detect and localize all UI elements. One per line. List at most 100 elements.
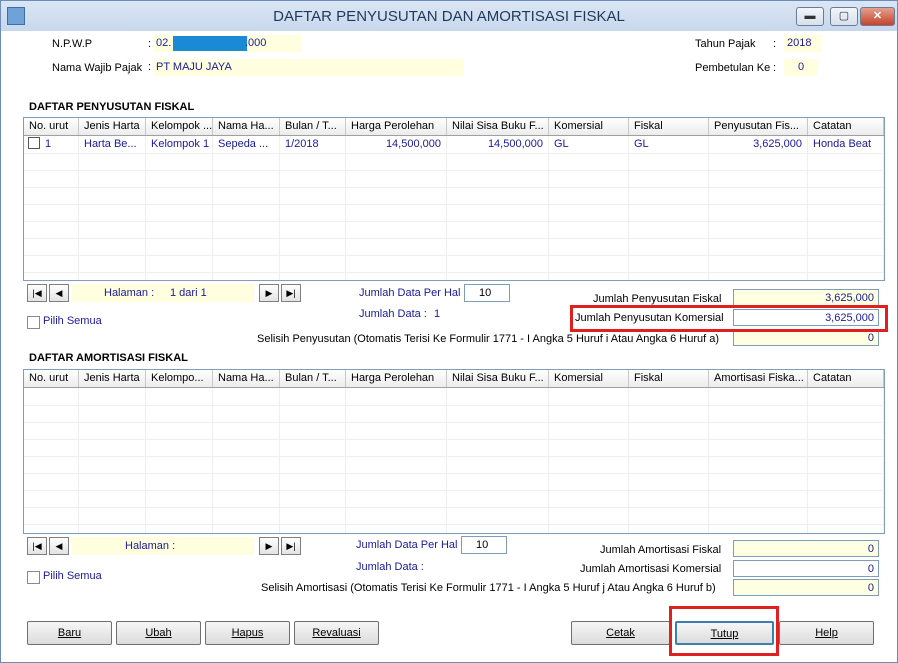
column-header[interactable]: Jenis Harta [79, 370, 146, 387]
grid-column-line [279, 136, 280, 280]
pilih-semua-checkbox[interactable] [27, 571, 40, 584]
table-cell: 1 [24, 136, 79, 153]
first-page-button[interactable]: |◀ [27, 537, 47, 555]
tahun-pajak-field[interactable]: 2018 [784, 35, 821, 52]
column-header[interactable]: Nilai Sisa Buku F... [447, 370, 549, 387]
grid-column-line [345, 136, 346, 280]
grid-column-line [883, 388, 884, 533]
table-cell: Honda Beat [808, 136, 884, 153]
amortisasi-grid[interactable]: No. urut Jenis Harta Kelompo... Nama Ha... B… [23, 369, 885, 534]
npwp-field[interactable]: 02. .000 [153, 35, 301, 52]
jumlah-amortisasi-fiskal-label: Jumlah Amortisasi Fiskal [600, 544, 722, 556]
tutup-button[interactable]: Tutup [675, 621, 774, 645]
help-label: Help [815, 627, 838, 639]
grid-column-line [628, 388, 629, 533]
halaman-value: 1 dari 1 [170, 287, 207, 299]
pembetulan-field[interactable]: 0 [784, 59, 818, 76]
npwp-redaction [173, 36, 247, 51]
close-button[interactable]: ✕ [860, 7, 895, 26]
prev-page-button[interactable]: ◀ [49, 537, 69, 555]
column-header[interactable]: Penyusutan Fis... [709, 118, 808, 135]
halaman-label: Halaman : [125, 540, 176, 552]
column-header[interactable]: Fiskal [629, 118, 709, 135]
column-header[interactable]: Bulan / T... [280, 118, 346, 135]
table-cell: GL [629, 136, 709, 153]
amortisasi-page-indicator: Halaman : [72, 537, 254, 555]
ubah-label: Ubah [145, 627, 172, 639]
first-page-button[interactable]: |◀ [27, 284, 47, 302]
column-header[interactable]: No. urut [24, 370, 79, 387]
next-page-button[interactable]: ▶ [259, 537, 279, 555]
per-hal-input[interactable]: 10 [464, 284, 510, 302]
tahun-colon: : [773, 38, 777, 50]
npwp-label: N.P.W.P [52, 38, 93, 50]
hapus-label: Hapus [231, 627, 264, 639]
table-cell: Harta Be... [79, 136, 146, 153]
per-hal-input[interactable]: 10 [461, 536, 507, 554]
column-header[interactable]: No. urut [24, 118, 79, 135]
last-page-button[interactable]: ▶| [281, 284, 301, 302]
last-page-button[interactable]: ▶| [281, 537, 301, 555]
grid-column-line [807, 388, 808, 533]
column-header[interactable]: Harga Perolehan [346, 370, 447, 387]
window-title: DAFTAR PENYUSUTAN DAN AMORTISASI FISKAL [273, 8, 625, 25]
cetak-button[interactable]: Cetak [571, 621, 670, 645]
nama-wajib-pajak-field[interactable]: PT MAJU JAYA [153, 59, 464, 76]
grid-line [24, 204, 884, 205]
column-header[interactable]: Catatan [808, 118, 884, 135]
npwp-prefix: 02. [156, 37, 172, 49]
pembetulan-label: Pembetulan Ke [695, 62, 771, 74]
grid-line [24, 524, 884, 525]
column-header[interactable]: Jenis Harta [79, 118, 146, 135]
jumlah-amortisasi-komersial-label: Jumlah Amortisasi Komersial [580, 563, 722, 575]
grid-column-line [212, 136, 213, 280]
npwp-suffix: .000 [245, 37, 267, 49]
pilih-semua-checkbox[interactable] [27, 316, 40, 329]
column-header[interactable]: Komersial [549, 118, 629, 135]
pilih-semua-label: Pilih Semua [43, 570, 102, 582]
column-header[interactable]: Nama Ha... [213, 118, 280, 135]
jumlah-penyusutan-fiskal-field: 3,625,000 [733, 289, 879, 306]
table-row[interactable]: 1 Harta Be... Kelompok 1 Sepeda ... 1/2018 14… [24, 136, 884, 153]
grid-line [24, 456, 884, 457]
jumlah-penyusutan-komersial-field: 3,625,000 [733, 309, 879, 326]
grid-line [24, 405, 884, 406]
help-button[interactable]: Help [779, 621, 874, 645]
pilih-semua-label: Pilih Semua [43, 315, 102, 327]
grid-column-line [78, 136, 79, 280]
tahun-pajak-label: Tahun Pajak [695, 38, 756, 50]
column-header[interactable]: Harga Perolehan [346, 118, 447, 135]
row-checkbox[interactable] [28, 137, 40, 149]
grid-line [24, 153, 884, 154]
jumlah-data-label: Jumlah Data : [356, 561, 424, 573]
minimize-button[interactable]: ▬ [796, 7, 824, 26]
column-header[interactable]: Nilai Sisa Buku F... [447, 118, 549, 135]
next-page-button[interactable]: ▶ [259, 284, 279, 302]
baru-button[interactable]: Baru [27, 621, 112, 645]
jumlah-data-label: Jumlah Data : [359, 308, 427, 320]
grid-column-line [212, 388, 213, 533]
jumlah-data-value: 1 [434, 308, 441, 320]
table-cell: Kelompok 1 [146, 136, 213, 153]
column-header[interactable]: Kelompok ... [146, 118, 213, 135]
column-header[interactable]: Komersial [549, 370, 629, 387]
title-bar: DAFTAR PENYUSUTAN DAN AMORTISASI FISKAL … [1, 1, 897, 31]
column-header[interactable]: Amortisasi Fiska... [709, 370, 808, 387]
amortisasi-grid-header: No. urut Jenis Harta Kelompo... Nama Ha... B… [24, 370, 884, 388]
column-header[interactable]: Catatan [808, 370, 884, 387]
revaluasi-button[interactable]: Revaluasi [294, 621, 379, 645]
column-header[interactable]: Kelompo... [146, 370, 213, 387]
ubah-button[interactable]: Ubah [116, 621, 201, 645]
maximize-button[interactable]: ▢ [830, 7, 858, 26]
grid-column-line [279, 388, 280, 533]
grid-line [24, 255, 884, 256]
grid-line [24, 221, 884, 222]
penyusutan-grid[interactable]: No. urut Jenis Harta Kelompok ... Nama Ha..… [23, 117, 885, 281]
column-header[interactable]: Bulan / T... [280, 370, 346, 387]
column-header[interactable]: Nama Ha... [213, 370, 280, 387]
column-header[interactable]: Fiskal [629, 370, 709, 387]
hapus-button[interactable]: Hapus [205, 621, 290, 645]
amortisasi-section-title: DAFTAR AMORTISASI FISKAL [29, 352, 188, 364]
selisih-penyusutan-label: Selisih Penyusutan (Otomatis Terisi Ke F… [257, 333, 720, 345]
prev-page-button[interactable]: ◀ [49, 284, 69, 302]
